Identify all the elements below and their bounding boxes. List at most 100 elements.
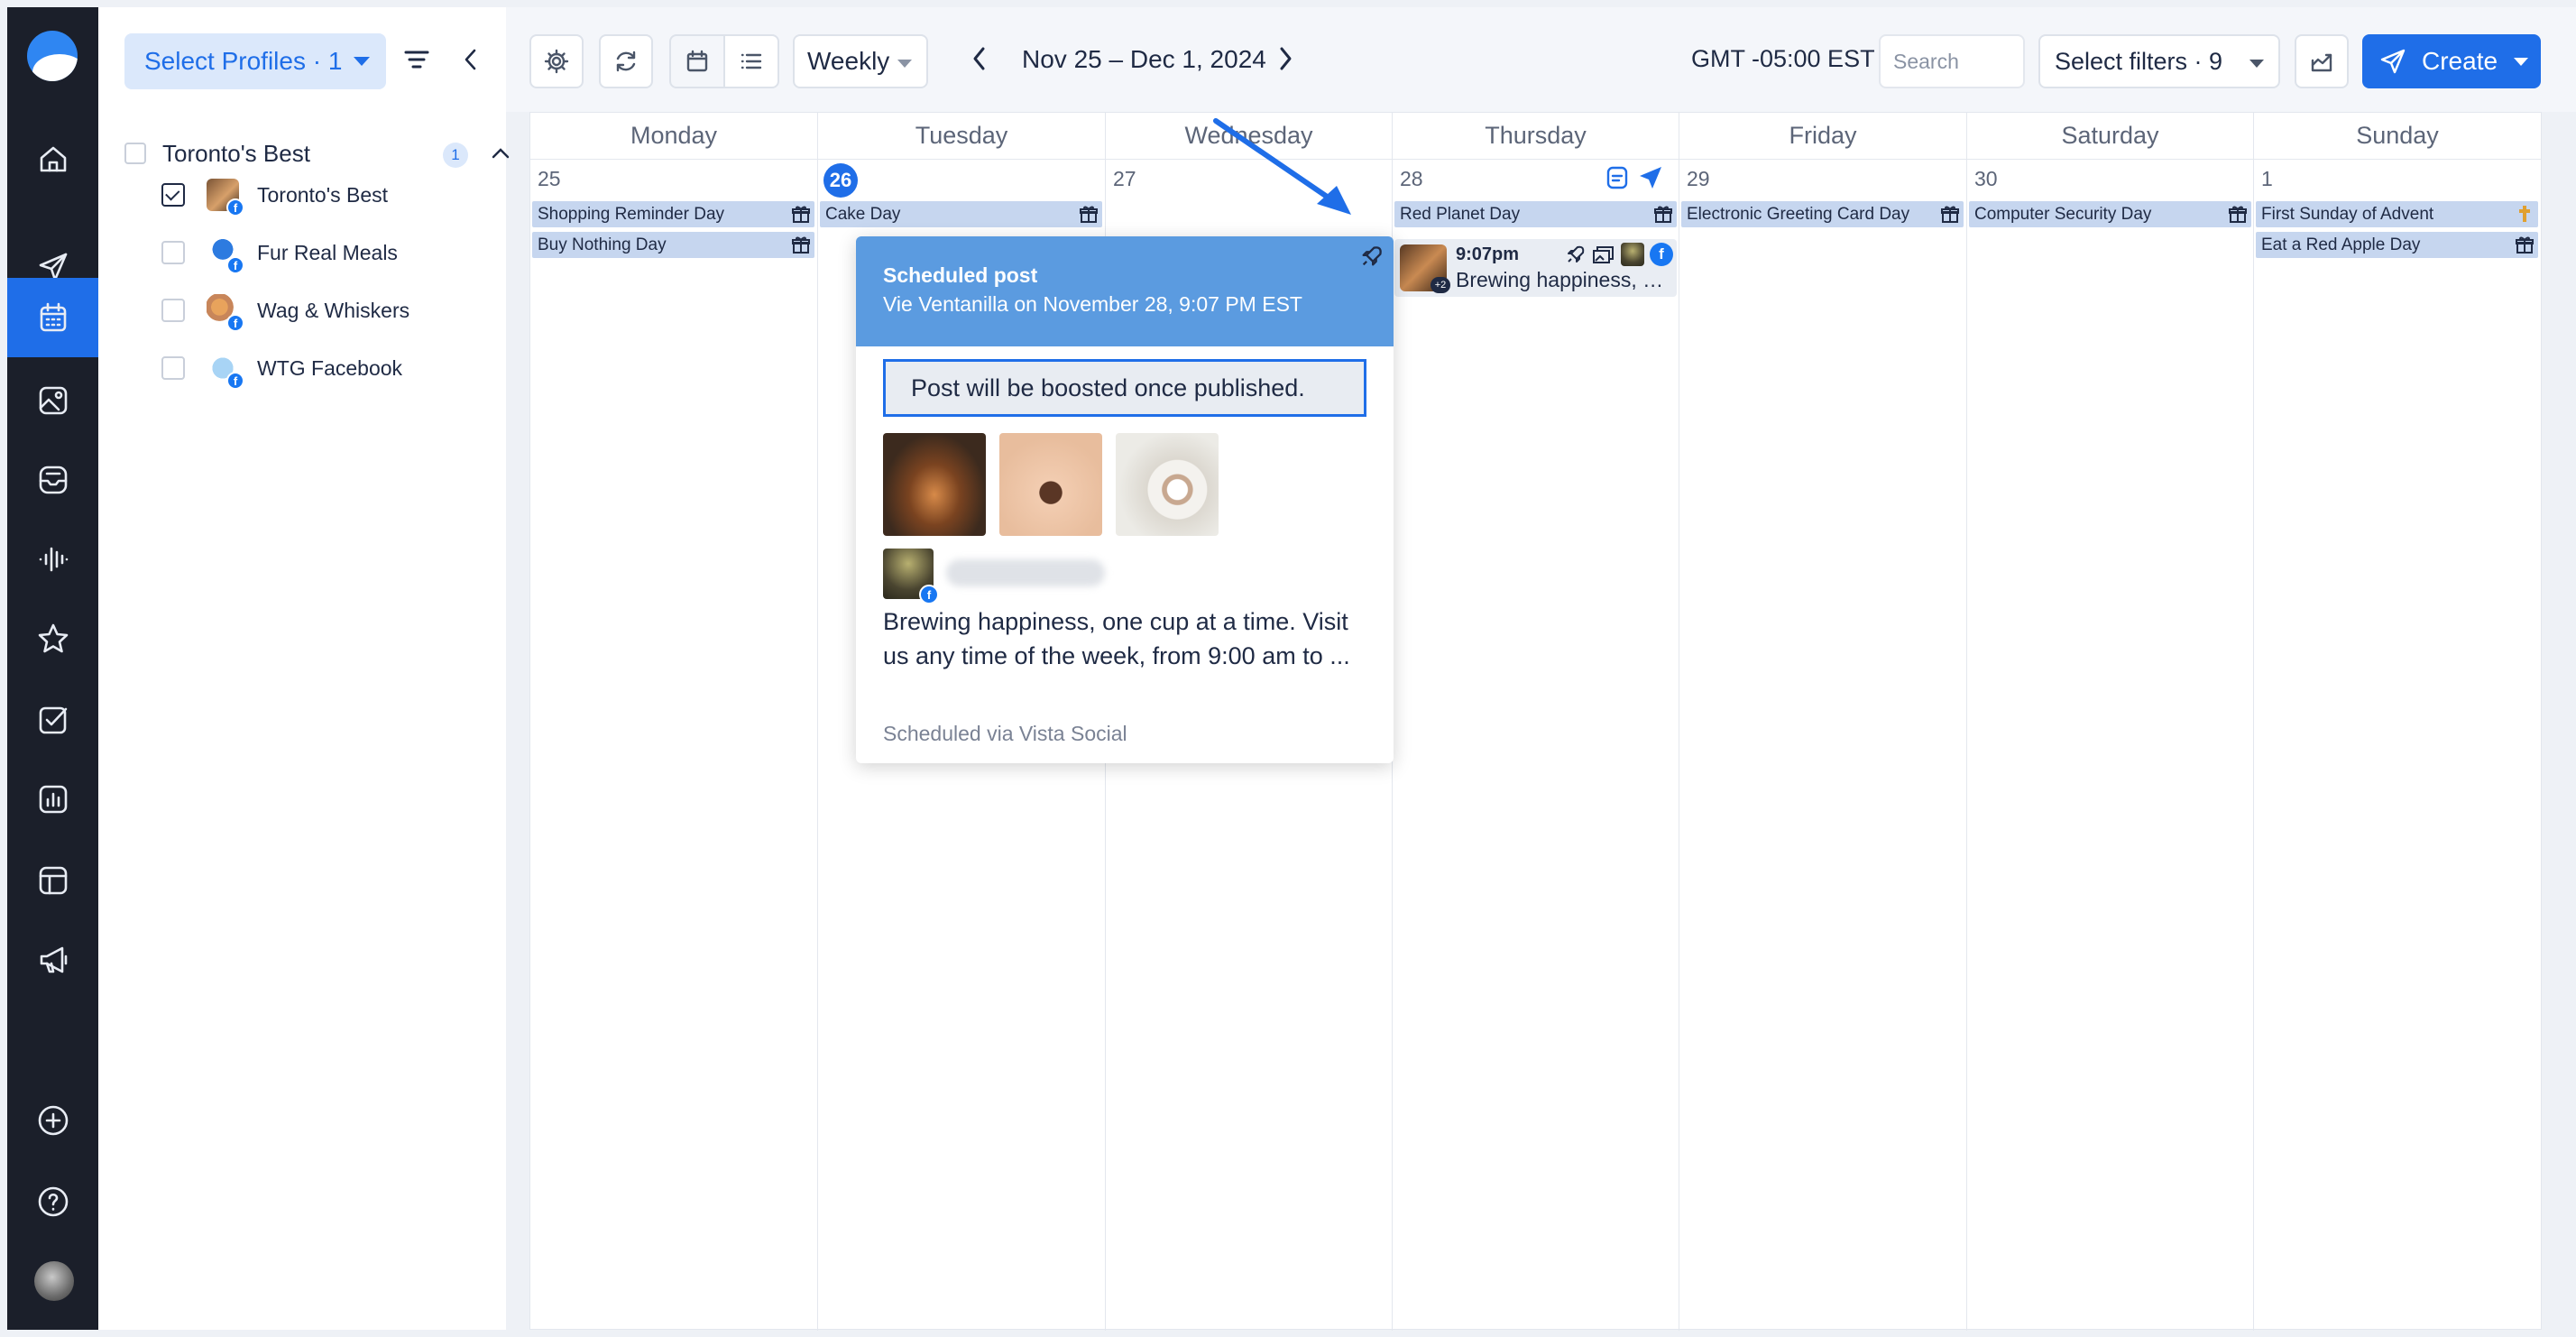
- refresh-icon: [616, 51, 636, 72]
- holiday-event[interactable]: Eat a Red Apple Day: [2256, 232, 2538, 258]
- holiday-label: Cake Day: [825, 204, 901, 224]
- add-icon[interactable]: [7, 1081, 98, 1160]
- media-library-icon[interactable]: [7, 361, 98, 440]
- date-range: Nov 25 – Dec 1, 2024: [1022, 45, 1266, 73]
- profile-item[interactable]: f WTG Facebook: [161, 348, 403, 390]
- day-number: 29: [1687, 167, 1710, 190]
- profile-avatar: f: [207, 179, 244, 217]
- holiday-event[interactable]: First Sunday of Advent: [2256, 201, 2538, 227]
- create-label: Create: [2422, 47, 2498, 75]
- profile-avatar: f: [207, 294, 244, 332]
- profile-item[interactable]: f Fur Real Meals: [161, 233, 398, 274]
- chevron-down-icon: [897, 60, 912, 68]
- post-image[interactable]: [999, 433, 1102, 536]
- holiday-event[interactable]: Red Planet Day: [1394, 201, 1677, 227]
- post-text-preview: Brewing happiness, o...: [1456, 268, 1669, 291]
- rocket-icon: [1568, 245, 1585, 263]
- week-calendar: Monday 25 Shopping Reminder Day Buy Noth…: [529, 112, 2542, 1331]
- chevron-up-icon[interactable]: [491, 144, 511, 162]
- create-button[interactable]: Create: [2362, 34, 2541, 88]
- day-column-monday[interactable]: Monday 25 Shopping Reminder Day Buy Noth…: [530, 113, 818, 1331]
- calendar-view-button[interactable]: [669, 34, 725, 88]
- search-input[interactable]: Search: [1879, 34, 2025, 88]
- refresh-button[interactable]: [599, 34, 653, 88]
- day-column-thursday[interactable]: Thursday 28 Red Planet Day +2 9:07pm f B…: [1393, 113, 1679, 1331]
- select-profiles-dropdown[interactable]: Select Profiles · 1: [124, 33, 386, 89]
- day-number: 1: [2261, 167, 2273, 190]
- profile-checkbox[interactable]: [161, 241, 185, 264]
- listening-icon[interactable]: [7, 520, 98, 599]
- profile-item[interactable]: f Wag & Whiskers: [161, 290, 409, 332]
- annotation-arrow-icon: [1213, 118, 1351, 215]
- scheduled-post-card[interactable]: +2 9:07pm f Brewing happiness, o...: [1394, 239, 1677, 297]
- help-icon[interactable]: [7, 1162, 98, 1241]
- boost-notice: Post will be boosted once published.: [883, 359, 1366, 417]
- profile-item[interactable]: f Toronto's Best: [161, 175, 388, 217]
- popover-header: Scheduled post Vie Ventanilla on Novembe…: [856, 236, 1394, 346]
- day-name: Thursday: [1393, 113, 1679, 160]
- day-column-sunday[interactable]: Sunday 1 First Sunday of Advent Eat a Re…: [2254, 113, 2541, 1331]
- gift-icon: [1080, 206, 1098, 223]
- facebook-icon: f: [226, 198, 244, 217]
- author-avatar: [1621, 243, 1644, 266]
- extra-media-count: +2: [1431, 277, 1450, 293]
- gift-icon: [2229, 206, 2247, 223]
- profile-checkbox[interactable]: [161, 299, 185, 322]
- day-column-saturday[interactable]: Saturday 30 Computer Security Day: [1967, 113, 2254, 1331]
- post-body-text: Brewing happiness, one cup at a time. Vi…: [883, 608, 1350, 669]
- calendar-icon[interactable]: [7, 278, 98, 357]
- send-icon: [2380, 49, 2406, 74]
- home-icon[interactable]: [7, 119, 98, 198]
- profile-group-row[interactable]: Toronto's Best 1: [124, 135, 510, 171]
- group-checkbox[interactable]: [124, 143, 146, 164]
- post-image[interactable]: [883, 433, 986, 536]
- star-icon[interactable]: [7, 599, 98, 678]
- app-logo[interactable]: [27, 31, 78, 81]
- list-view-button[interactable]: [723, 34, 779, 88]
- popover-subtitle: Vie Ventanilla on November 28, 9:07 PM E…: [883, 292, 1302, 316]
- gallery-icon: [1593, 246, 1614, 263]
- holiday-event[interactable]: Computer Security Day: [1969, 201, 2251, 227]
- reports-icon[interactable]: [7, 760, 98, 839]
- view-select[interactable]: Weekly: [793, 34, 928, 88]
- holiday-event[interactable]: Shopping Reminder Day: [532, 201, 814, 227]
- collapse-panel-icon[interactable]: [461, 47, 481, 72]
- notes-icon[interactable]: [1605, 165, 1629, 190]
- gift-icon: [1941, 206, 1959, 223]
- inbox-icon[interactable]: [7, 440, 98, 520]
- profile-name: WTG Facebook: [257, 355, 403, 380]
- view-select-value: Weekly: [807, 47, 890, 75]
- popover-title: Scheduled post: [883, 263, 1038, 287]
- layout-icon[interactable]: [7, 841, 98, 920]
- analytics-icon: [2311, 53, 2332, 72]
- day-number-today: 26: [823, 163, 858, 198]
- select-filters-dropdown[interactable]: Select filters · 9: [2038, 34, 2280, 88]
- user-avatar[interactable]: [34, 1261, 74, 1301]
- day-number: 27: [1113, 167, 1136, 190]
- post-image[interactable]: [1116, 433, 1219, 536]
- profile-checkbox[interactable]: [161, 183, 185, 207]
- author-name-redacted: [946, 559, 1105, 586]
- facebook-icon: f: [1650, 243, 1673, 266]
- profile-checkbox[interactable]: [161, 356, 185, 380]
- settings-button[interactable]: [529, 34, 584, 88]
- day-name: Friday: [1679, 113, 1966, 160]
- holiday-event[interactable]: Cake Day: [820, 201, 1102, 227]
- day-column-friday[interactable]: Friday 29 Electronic Greeting Card Day: [1679, 113, 1967, 1331]
- send-icon[interactable]: [1638, 165, 1663, 190]
- analytics-button[interactable]: [2295, 34, 2349, 88]
- holiday-event[interactable]: Buy Nothing Day: [532, 232, 814, 258]
- tasks-icon[interactable]: [7, 680, 98, 760]
- chevron-down-icon: [2514, 58, 2528, 66]
- calendar-toolbar: Weekly Nov 25 – Dec 1, 2024 GMT -05:00 E…: [506, 7, 2576, 112]
- timezone-label[interactable]: GMT -05:00 EST: [1691, 45, 1875, 73]
- filter-icon[interactable]: [404, 49, 429, 70]
- next-week-icon[interactable]: [1275, 43, 1295, 74]
- post-card-icons: f: [1565, 243, 1673, 266]
- previous-week-icon[interactable]: [970, 43, 989, 74]
- day-name: Sunday: [2254, 113, 2541, 160]
- gear-icon: [544, 49, 569, 74]
- day-name: Saturday: [1967, 113, 2253, 160]
- holiday-event[interactable]: Electronic Greeting Card Day: [1681, 201, 1964, 227]
- megaphone-icon[interactable]: [7, 920, 98, 1000]
